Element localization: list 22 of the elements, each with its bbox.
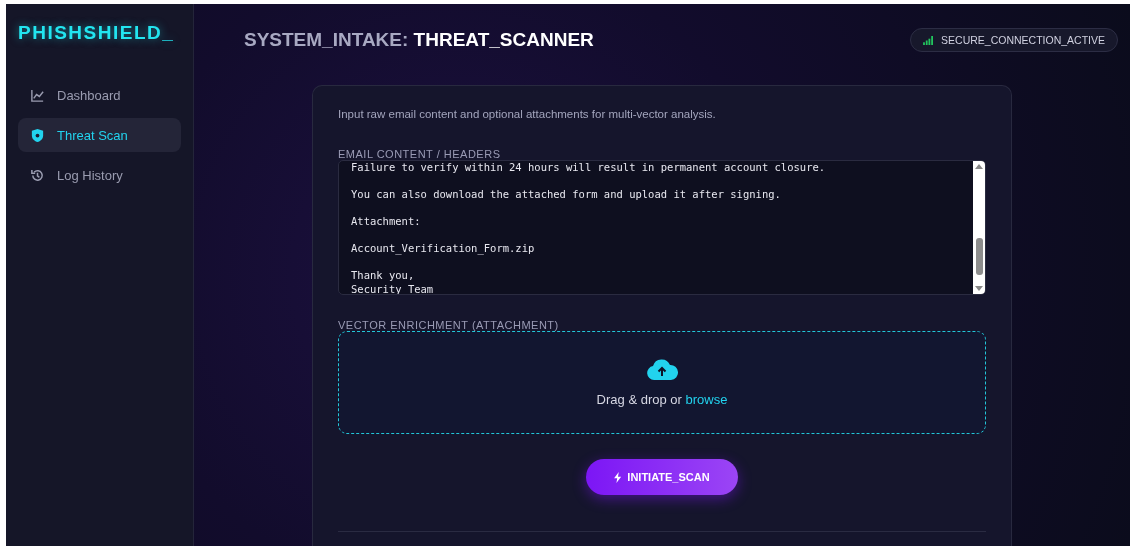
status-text: SECURE_CONNECTION_ACTIVE	[941, 34, 1105, 46]
page-title: SYSTEM_INTAKE: THREAT_SCANNER	[244, 29, 594, 51]
file-drop-zone[interactable]: Drag & drop or browse	[338, 331, 986, 434]
drop-text: Drag & drop or	[596, 392, 682, 407]
sidebar-item[interactable]: Dashboard	[18, 78, 181, 112]
brand-logo: PHISHSHIELD_	[18, 22, 176, 44]
intro-text: Input raw email content and optional attachments for multi-vector analysis.	[338, 108, 717, 120]
signal-icon	[923, 35, 935, 45]
sidebar-item[interactable]: Threat Scan	[18, 118, 181, 152]
email-content-field[interactable]	[338, 160, 986, 295]
browse-link[interactable]: browse	[685, 392, 728, 407]
line-chart-icon	[30, 87, 45, 103]
field-label: EMAIL CONTENT / HEADERS	[338, 148, 502, 160]
history-icon	[30, 167, 45, 183]
sidebar-item[interactable]: Log History	[18, 158, 181, 192]
field-label: VECTOR ENRICHMENT (ATTACHMENT)	[338, 319, 560, 331]
scrollbar[interactable]	[973, 161, 985, 294]
email-text: Failure to verify within 24 hours will result in permanent account closure. You can also download the attached form and upload it after signing. Attachment: Account_Verification_Form.zip Thank you, Security Team	[351, 161, 827, 294]
initiate-scan-button[interactable]: INITIATE_SCAN	[586, 459, 738, 495]
shield-icon	[30, 127, 45, 143]
lightning-icon	[614, 471, 623, 483]
cloud-upload-icon	[646, 358, 678, 382]
